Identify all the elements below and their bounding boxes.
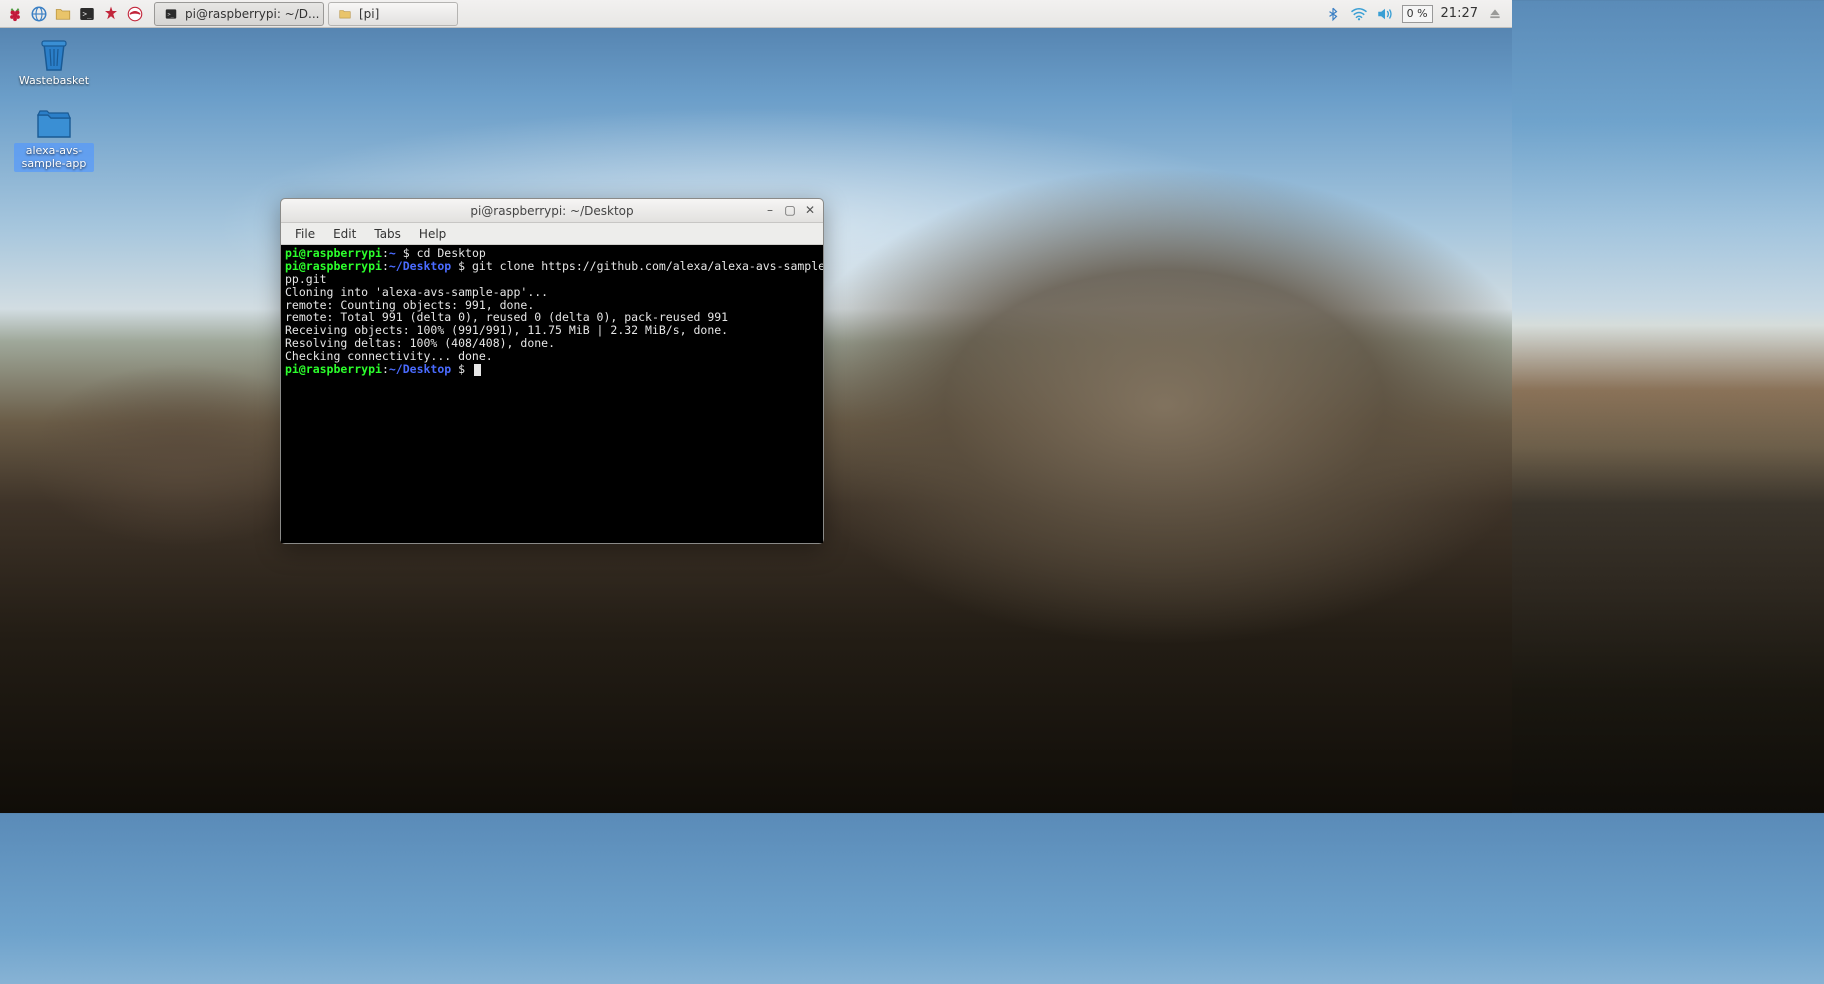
desktop-icons: Wastebasket alexa-avs-sample-app — [14, 36, 94, 172]
minimize-button[interactable]: – — [761, 201, 779, 219]
raspberry-menu-icon[interactable] — [4, 3, 26, 25]
web-browser-icon[interactable] — [28, 3, 50, 25]
clock[interactable]: 21:27 — [1441, 6, 1478, 21]
redhat-icon[interactable] — [124, 3, 146, 25]
cpu-usage-indicator[interactable]: 0 % — [1402, 5, 1433, 23]
taskbar-buttons: >_ pi@raspberrypi: ~/D... [pi] — [154, 0, 462, 27]
cpu-usage-label: 0 % — [1407, 7, 1428, 20]
menu-help[interactable]: Help — [411, 225, 454, 243]
clock-label: 21:27 — [1441, 6, 1478, 21]
terminal-menubar: File Edit Tabs Help — [281, 223, 823, 245]
taskbar-filemanager-label: [pi] — [359, 7, 379, 21]
maximize-button[interactable]: ▢ — [781, 201, 799, 219]
menu-file[interactable]: File — [287, 225, 323, 243]
svg-text:>_: >_ — [83, 9, 93, 18]
terminal-line: pi@raspberrypi:~/Desktop $ — [285, 363, 819, 376]
wastebasket-label: Wastebasket — [19, 74, 89, 87]
window-titlebar[interactable]: pi@raspberrypi: ~/Desktop – ▢ ✕ — [281, 199, 823, 223]
wastebasket-icon[interactable]: Wastebasket — [14, 36, 94, 87]
terminal-icon: >_ — [163, 6, 179, 22]
window-title: pi@raspberrypi: ~/Desktop — [470, 204, 633, 218]
terminal-line: pi@raspberrypi:~/Desktop $ git clone htt… — [285, 260, 819, 273]
panel-launchers: >_ — [0, 0, 150, 27]
alexa-folder-label: alexa-avs-sample-app — [14, 143, 94, 171]
terminal-cursor — [474, 364, 481, 376]
top-panel: >_ >_ pi@raspberrypi: ~/D... [pi] — [0, 0, 1512, 28]
terminal-output[interactable]: pi@raspberrypi:~ $ cd Desktoppi@raspberr… — [281, 245, 823, 543]
svg-text:>_: >_ — [168, 11, 175, 17]
menu-tabs[interactable]: Tabs — [366, 225, 409, 243]
window-controls: – ▢ ✕ — [761, 201, 819, 219]
alexa-folder-icon[interactable]: alexa-avs-sample-app — [14, 105, 94, 171]
bomb-icon[interactable] — [100, 3, 122, 25]
trash-icon — [34, 36, 74, 72]
folder-icon — [34, 105, 74, 141]
eject-icon[interactable] — [1486, 5, 1504, 23]
bluetooth-icon[interactable] — [1324, 5, 1342, 23]
volume-icon[interactable] — [1376, 5, 1394, 23]
taskbar-terminal-label: pi@raspberrypi: ~/D... — [185, 7, 319, 21]
system-tray: 0 % 21:27 — [1324, 0, 1512, 27]
menu-edit[interactable]: Edit — [325, 225, 364, 243]
folder-icon — [337, 6, 353, 22]
taskbar-filemanager-button[interactable]: [pi] — [328, 2, 458, 26]
terminal-launcher-icon[interactable]: >_ — [76, 3, 98, 25]
close-button[interactable]: ✕ — [801, 201, 819, 219]
taskbar-terminal-button[interactable]: >_ pi@raspberrypi: ~/D... — [154, 2, 324, 26]
wifi-icon[interactable] — [1350, 5, 1368, 23]
terminal-window[interactable]: pi@raspberrypi: ~/Desktop – ▢ ✕ File Edi… — [280, 198, 824, 544]
file-manager-icon[interactable] — [52, 3, 74, 25]
